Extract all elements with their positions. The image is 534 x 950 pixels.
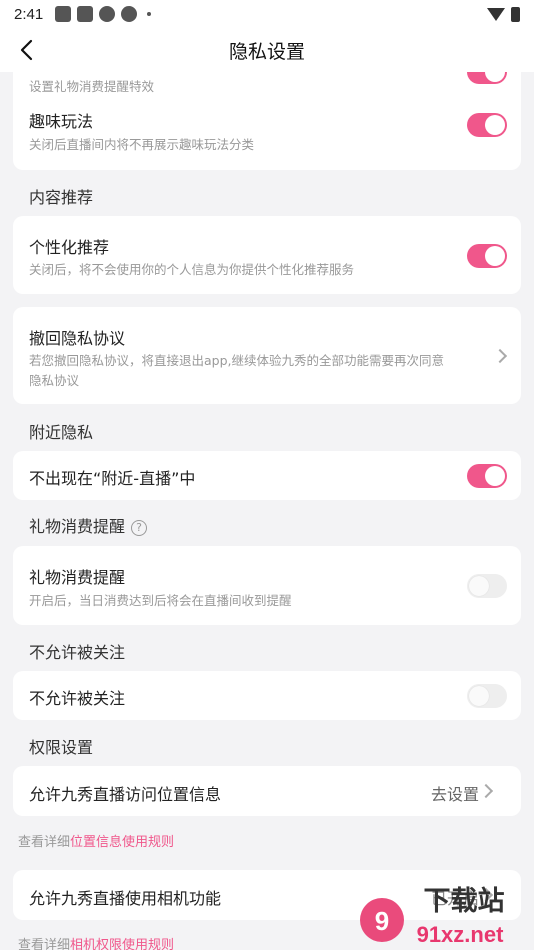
- back-arrow-icon[interactable]: [16, 38, 40, 62]
- gift-reminder-label: 礼物消费提醒: [29, 568, 126, 587]
- svg-text:9: 9: [375, 906, 389, 936]
- app-notification-icon: [121, 6, 138, 22]
- notification-icon: [77, 6, 94, 22]
- watermark-text-1: 下载站: [424, 886, 505, 917]
- chevron-right-icon: [478, 783, 494, 799]
- status-bar: 2:41: [0, 0, 534, 28]
- section-content-recommend: 内容推荐: [29, 188, 94, 207]
- nav-bar: 隐私设置: [0, 28, 534, 72]
- wifi-icon: [487, 7, 505, 21]
- camera-permission-label: 允许九秀直播使用相机功能: [29, 889, 222, 908]
- personalized-desc: 关闭后，将不会使用你的个人信息为你提供个性化推荐服务: [29, 262, 355, 277]
- revoke-privacy-desc: 若您撤回隐私协议，将直接退出app,继续体验九秀的全部功能需要再次同意隐私协议: [29, 353, 445, 388]
- personalized-label: 个性化推荐: [29, 238, 110, 257]
- section-gift-reminder: 礼物消费提醒?: [29, 513, 148, 537]
- location-permission-value: 去设置: [430, 785, 479, 804]
- no-follow-card: 不允许被关注: [13, 671, 521, 720]
- watermark-logo: 9 下载站 91xz.net: [360, 886, 505, 947]
- section-permissions: 权限设置: [29, 738, 94, 757]
- more-notifications-icon: [147, 12, 152, 16]
- fun-play-toggle[interactable]: [467, 113, 507, 137]
- battery-icon: [511, 6, 520, 22]
- fun-play-label: 趣味玩法: [29, 112, 94, 131]
- section-no-follow: 不允许被关注: [29, 643, 126, 662]
- personalized-card: 个性化推荐 关闭后，将不会使用你的个人信息为你提供个性化推荐服务: [13, 216, 521, 294]
- gift-reminder-desc: 开启后，当日消费达到后将会在直播间收到提醒: [29, 593, 292, 608]
- nearby-card: 不出现在“附近-直播”中: [13, 451, 521, 500]
- location-rules-link[interactable]: 位置信息使用规则: [70, 835, 174, 850]
- fun-play-desc: 关闭后直播间内将不再展示趣味玩法分类: [29, 137, 255, 152]
- section-nearby-privacy: 附近隐私: [29, 423, 94, 442]
- revoke-privacy-label: 撤回隐私协议: [29, 329, 126, 348]
- camera-rules-note: 查看详细相机权限使用规则: [18, 934, 174, 950]
- nearby-hide-toggle[interactable]: [467, 464, 507, 488]
- chevron-right-icon: [492, 348, 508, 364]
- section-gift-reminder-title: 礼物消费提醒: [29, 517, 126, 536]
- location-permission-card[interactable]: 允许九秀直播访问位置信息 去设置: [13, 766, 521, 816]
- status-time: 2:41: [14, 5, 44, 23]
- page-title: 隐私设置: [228, 40, 305, 63]
- no-follow-label: 不允许被关注: [29, 689, 126, 708]
- no-follow-toggle[interactable]: [467, 684, 507, 708]
- camera-rules-link[interactable]: 相机权限使用规则: [70, 938, 174, 950]
- notification-icon: [55, 6, 72, 22]
- watermark-text-2: 91xz.net: [417, 922, 504, 947]
- personalized-toggle[interactable]: [467, 244, 507, 268]
- location-permission-label: 允许九秀直播访问位置信息: [29, 785, 222, 804]
- gift-reminder-card: 礼物消费提醒 开启后，当日消费达到后将会在直播间收到提醒: [13, 546, 521, 625]
- location-rules-prefix: 查看详细: [18, 835, 71, 850]
- gift-effect-desc: 设置礼物消费提醒特效: [29, 79, 155, 94]
- revoke-privacy-card[interactable]: 撤回隐私协议 若您撤回隐私协议，将直接退出app,继续体验九秀的全部功能需要再次…: [13, 307, 521, 404]
- help-icon[interactable]: ?: [131, 519, 148, 536]
- nearby-hide-label: 不出现在“附近-直播”中: [29, 469, 196, 488]
- location-rules-note: 查看详细位置信息使用规则: [18, 831, 174, 850]
- app-notification-icon: [99, 6, 116, 22]
- camera-rules-prefix: 查看详细: [18, 938, 71, 950]
- gift-reminder-toggle[interactable]: [467, 574, 507, 598]
